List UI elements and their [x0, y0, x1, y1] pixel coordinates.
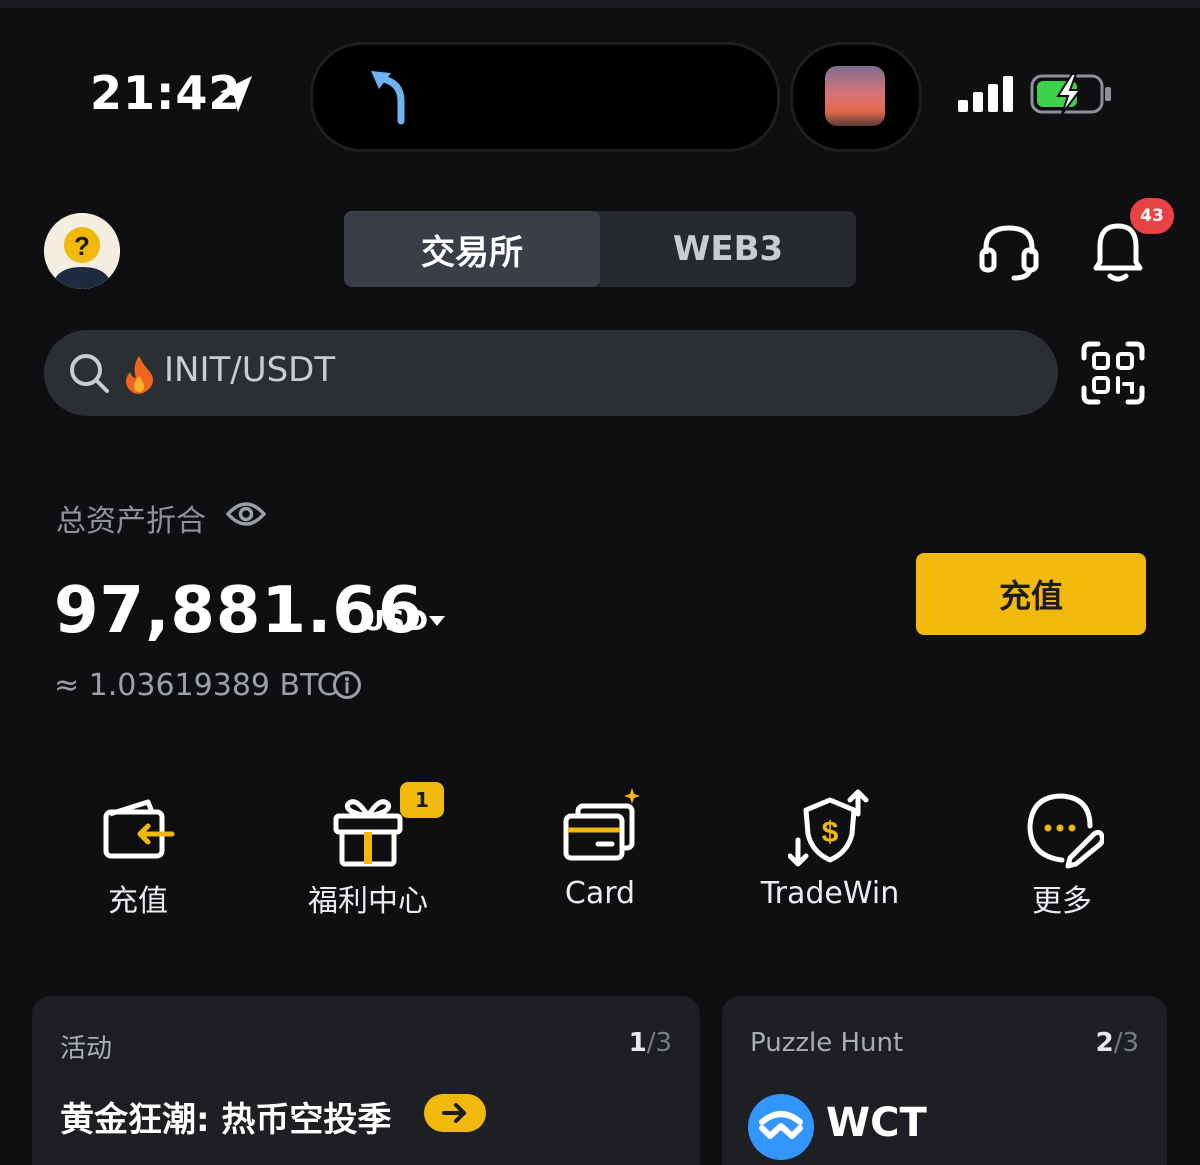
- tradewin-shield-icon: $: [788, 789, 869, 867]
- exchange-web3-toggle[interactable]: 交易所 WEB3: [344, 211, 856, 287]
- svg-text:$: $: [822, 816, 839, 849]
- rewards-badge: 1: [400, 782, 444, 818]
- app-screen: 21:42 ? 交易所 WEB3 43 INIT/USDT 总资产折合 97,8…: [0, 0, 1200, 1165]
- eye-icon[interactable]: [226, 498, 266, 530]
- tab-web3[interactable]: WEB3: [600, 211, 856, 287]
- sunset-thumbnail: [825, 66, 885, 126]
- search-bar[interactable]: INIT/USDT: [44, 330, 1058, 416]
- avatar[interactable]: ?: [44, 213, 120, 289]
- quick-action-label: 更多: [1032, 884, 1092, 919]
- arrow-right-button[interactable]: [424, 1094, 486, 1132]
- card-pagination: 1/3: [629, 1028, 672, 1058]
- dynamic-island[interactable]: [310, 42, 780, 152]
- svg-text:?: ?: [74, 231, 90, 261]
- card-title: Puzzle Hunt: [750, 1028, 904, 1058]
- back-turn-arrow-icon: [371, 71, 405, 125]
- walletconnect-logo-icon: [748, 1094, 814, 1160]
- deposit-button[interactable]: 充值: [916, 553, 1146, 635]
- card-page-total: /3: [646, 1028, 672, 1058]
- avatar-icon: ?: [44, 213, 120, 289]
- quick-action-label: 充值: [108, 884, 168, 919]
- quick-action-rewards-center[interactable]: 1 福利中心: [268, 782, 468, 919]
- more-icon: [1027, 793, 1104, 869]
- cellular-signal-icon: [958, 76, 1013, 112]
- notification-badge: 43: [1130, 198, 1174, 234]
- quick-action-more[interactable]: 更多: [962, 788, 1162, 919]
- dynamic-island-media[interactable]: [790, 42, 922, 152]
- card-icon: [563, 788, 640, 861]
- card-page-current: 2: [1095, 1028, 1114, 1058]
- btc-equivalent: ≈ 1.03619389 BTC: [54, 668, 338, 703]
- quick-action-card[interactable]: Card: [500, 788, 700, 918]
- info-icon[interactable]: [332, 670, 362, 700]
- tab-exchange[interactable]: 交易所: [344, 211, 600, 287]
- search-input[interactable]: INIT/USDT: [164, 350, 335, 390]
- card-page-current: 1: [628, 1028, 647, 1058]
- card-headline: 黄金狂潮: 热币空投季: [60, 1100, 392, 1140]
- quick-action-tradewin[interactable]: $ TradeWin: [730, 788, 930, 918]
- quick-action-deposit[interactable]: 充值: [38, 788, 238, 919]
- currency-selector[interactable]: USD: [362, 604, 428, 637]
- quick-action-label: Card: [564, 876, 636, 911]
- location-arrow-icon: [220, 76, 252, 112]
- puzzle-hunt-card[interactable]: Puzzle Hunt 2/3 WCT: [722, 996, 1167, 1165]
- headset-icon[interactable]: [978, 220, 1040, 282]
- search-icon: [70, 354, 109, 393]
- wallet-deposit-icon: [103, 799, 175, 859]
- caret-down-icon[interactable]: [428, 614, 446, 628]
- quick-action-label: 福利中心: [308, 884, 428, 919]
- quick-action-label: TradeWin: [760, 876, 900, 911]
- top-band: [0, 0, 1200, 8]
- gift-icon: [333, 799, 403, 867]
- qr-scan-icon[interactable]: [1080, 340, 1146, 406]
- battery-charging-icon: [1030, 73, 1111, 115]
- fire-icon: [125, 356, 153, 394]
- card-pagination: 2/3: [1096, 1028, 1139, 1058]
- total-assets-label: 总资产折合: [56, 504, 206, 539]
- card-page-total: /3: [1113, 1028, 1139, 1058]
- card-title: 活动: [60, 1034, 113, 1064]
- arrow-right-icon: [442, 1103, 466, 1123]
- activity-card[interactable]: 活动 1/3 黄金狂潮: 热币空投季: [32, 996, 700, 1165]
- card-headline: WCT: [826, 1100, 927, 1146]
